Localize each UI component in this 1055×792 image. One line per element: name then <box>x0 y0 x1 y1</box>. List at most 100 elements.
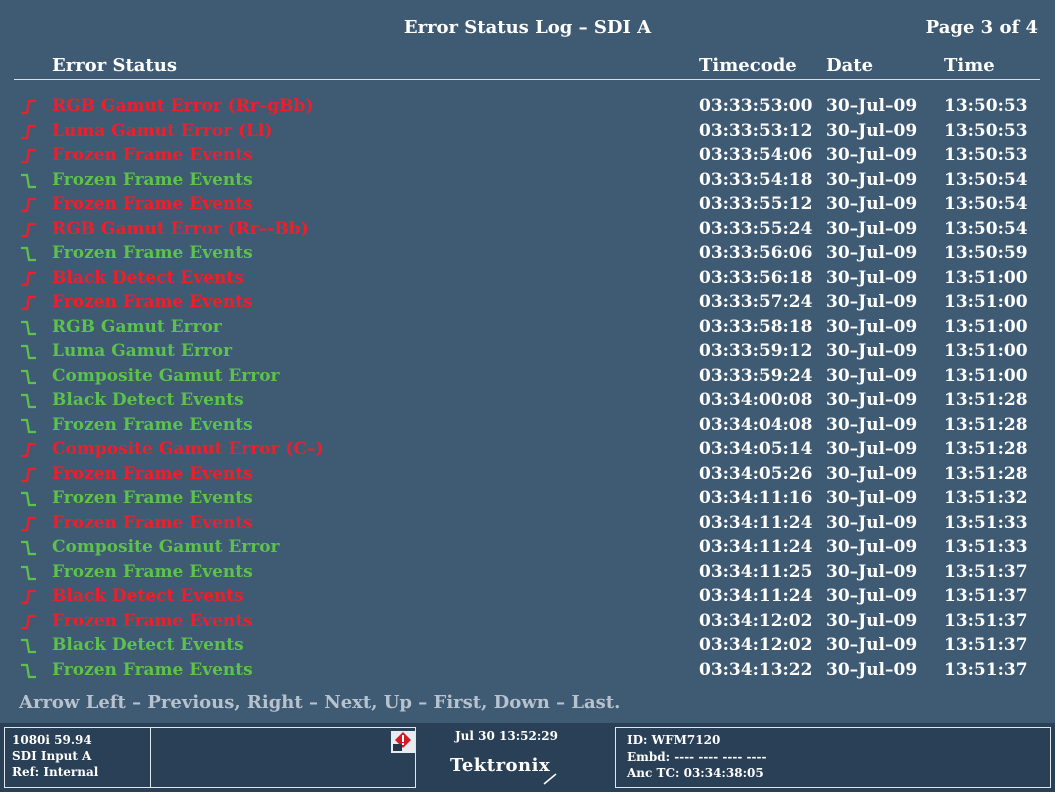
table-row: RGB Gamut Error (Rr–-Bb) 03:33:55:24 30–Ju… <box>0 219 1055 243</box>
row-time: 13:51:33 <box>944 537 1028 557</box>
row-date: 30–Jul–09 <box>826 414 918 435</box>
row-timecode: 03:33:56:18 <box>699 267 813 288</box>
row-timecode: 03:34:11:24 <box>699 586 813 606</box>
table-row: RGB Gamut Error 03:33:58:18 30–Jul–09 13:51… <box>0 317 1055 341</box>
page-indicator: Page 3 of 4 <box>925 17 1038 38</box>
table-row: Black Detect Events 03:34:00:08 30–Jul–09 1… <box>0 390 1055 414</box>
row-status: Frozen Frame Events <box>52 512 253 533</box>
row-date: 30–Jul–09 <box>826 120 918 141</box>
rising-edge-icon <box>21 271 36 286</box>
table-row: Frozen Frame Events 03:34:11:25 30–Jul–09 1… <box>0 562 1055 586</box>
table-row: Luma Gamut Error 03:33:59:12 30–Jul–09 13:5… <box>0 341 1055 365</box>
row-status: Frozen Frame Events <box>52 145 253 165</box>
row-time: 13:50:54 <box>944 218 1028 239</box>
row-time: 13:51:37 <box>944 561 1028 582</box>
row-status: Frozen Frame Events <box>52 194 253 214</box>
clock: Jul 30 13:52:29 <box>455 729 558 743</box>
row-date: 30–Jul–09 <box>826 218 918 239</box>
rising-edge-icon <box>21 124 36 139</box>
embedded-audio-status: Embd: ---- ---- ---- ---- <box>627 750 767 764</box>
row-status: Frozen Frame Events <box>52 659 253 680</box>
row-time: 13:51:28 <box>944 414 1028 435</box>
falling-edge-icon <box>21 638 36 654</box>
table-row: Frozen Frame Events 03:33:54:06 30–Jul–09 1… <box>0 145 1055 169</box>
row-time: 13:50:53 <box>944 145 1028 165</box>
falling-edge-icon <box>21 369 36 384</box>
row-timecode: 03:33:57:24 <box>699 292 813 312</box>
row-date: 30–Jul–09 <box>826 243 918 263</box>
row-status: Composite Gamut Error <box>52 365 280 386</box>
row-status: Frozen Frame Events <box>52 243 253 263</box>
table-row: Black Detect Events 03:33:56:18 30–Jul–09 1… <box>0 268 1055 292</box>
row-date: 30–Jul–09 <box>826 267 918 288</box>
table-row: Composite Gamut Error 03:34:11:24 30–Jul–0… <box>0 537 1055 561</box>
row-status: Frozen Frame Events <box>52 463 253 484</box>
table-row: Frozen Frame Events 03:34:13:22 30–Jul–09 1… <box>0 660 1055 684</box>
row-date: 30–Jul–09 <box>826 659 918 680</box>
column-header-status: Error Status <box>52 55 177 76</box>
row-status: Frozen Frame Events <box>52 610 253 631</box>
row-status: Frozen Frame Events <box>52 414 253 435</box>
row-date: 30–Jul–09 <box>826 390 918 410</box>
alarm-warning-icon <box>391 731 415 753</box>
row-timecode: 03:33:54:06 <box>699 145 813 165</box>
row-time: 13:51:37 <box>944 586 1028 606</box>
row-date: 30–Jul–09 <box>826 537 918 557</box>
row-time: 13:50:54 <box>944 169 1028 190</box>
row-date: 30–Jul–09 <box>826 365 918 386</box>
row-timecode: 03:33:55:24 <box>699 218 813 239</box>
falling-edge-icon <box>21 663 36 678</box>
row-status: Frozen Frame Events <box>52 488 253 508</box>
row-status: Frozen Frame Events <box>52 169 253 190</box>
video-format: 1080i 59.94 <box>12 733 92 747</box>
row-time: 13:51:37 <box>944 659 1028 680</box>
rising-edge-icon <box>21 442 36 458</box>
row-status: Luma Gamut Error <box>52 341 233 361</box>
falling-edge-icon <box>21 418 36 433</box>
table-row: Composite Gamut Error (C–) 03:34:05:14 30–… <box>0 439 1055 463</box>
row-timecode: 03:34:12:02 <box>699 635 813 655</box>
table-row: Frozen Frame Events 03:34:12:02 30–Jul–09 1… <box>0 611 1055 635</box>
row-status: Composite Gamut Error (C–) <box>52 439 324 459</box>
row-time: 13:51:00 <box>944 365 1028 386</box>
rising-edge-icon <box>21 197 36 213</box>
row-status: Frozen Frame Events <box>52 561 253 582</box>
row-status: Frozen Frame Events <box>52 292 253 312</box>
row-timecode: 03:33:58:18 <box>699 316 813 337</box>
row-status: Composite Gamut Error <box>52 537 280 557</box>
row-time: 13:51:00 <box>944 292 1028 312</box>
row-date: 30–Jul–09 <box>826 145 918 165</box>
rising-edge-icon <box>21 295 36 311</box>
row-timecode: 03:33:53:12 <box>699 120 813 141</box>
falling-edge-icon <box>21 344 36 360</box>
column-header-date: Date <box>826 55 874 76</box>
row-date: 30–Jul–09 <box>826 463 918 484</box>
table-row: Black Detect Events 03:34:12:02 30–Jul–09 1… <box>0 635 1055 659</box>
row-time: 13:51:28 <box>944 390 1028 410</box>
row-date: 30–Jul–09 <box>826 488 918 508</box>
alarm-panel <box>150 727 416 788</box>
row-timecode: 03:34:05:26 <box>699 463 813 484</box>
navigation-hint: Arrow Left – Previous, Right – Next, Up … <box>19 692 621 713</box>
falling-edge-icon <box>21 320 36 335</box>
row-status: Black Detect Events <box>52 586 244 606</box>
table-row: Frozen Frame Events 03:34:11:16 30–Jul–09 1… <box>0 488 1055 512</box>
table-row: Black Detect Events 03:34:11:24 30–Jul–09 1… <box>0 586 1055 610</box>
row-date: 30–Jul–09 <box>826 512 918 533</box>
table-row: Composite Gamut Error 03:33:59:24 30–Jul–0… <box>0 366 1055 390</box>
rising-edge-icon <box>21 99 36 115</box>
table-row: Frozen Frame Events 03:34:11:24 30–Jul–09 1… <box>0 513 1055 537</box>
rising-edge-icon <box>21 614 36 629</box>
row-time: 13:51:37 <box>944 635 1028 655</box>
row-status: Black Detect Events <box>52 390 244 410</box>
row-timecode: 03:34:00:08 <box>699 390 813 410</box>
row-timecode: 03:33:55:12 <box>699 194 813 214</box>
table-row: RGB Gamut Error (Rr–gBb) 03:33:53:00 30–Ju… <box>0 96 1055 120</box>
falling-edge-icon <box>21 540 36 556</box>
table-row: Frozen Frame Events 03:33:55:12 30–Jul–09 1… <box>0 194 1055 218</box>
input-source: SDI Input A <box>12 749 92 763</box>
row-date: 30–Jul–09 <box>826 635 918 655</box>
row-date: 30–Jul–09 <box>826 341 918 361</box>
row-time: 13:50:53 <box>944 96 1028 116</box>
rising-edge-icon <box>21 222 36 237</box>
